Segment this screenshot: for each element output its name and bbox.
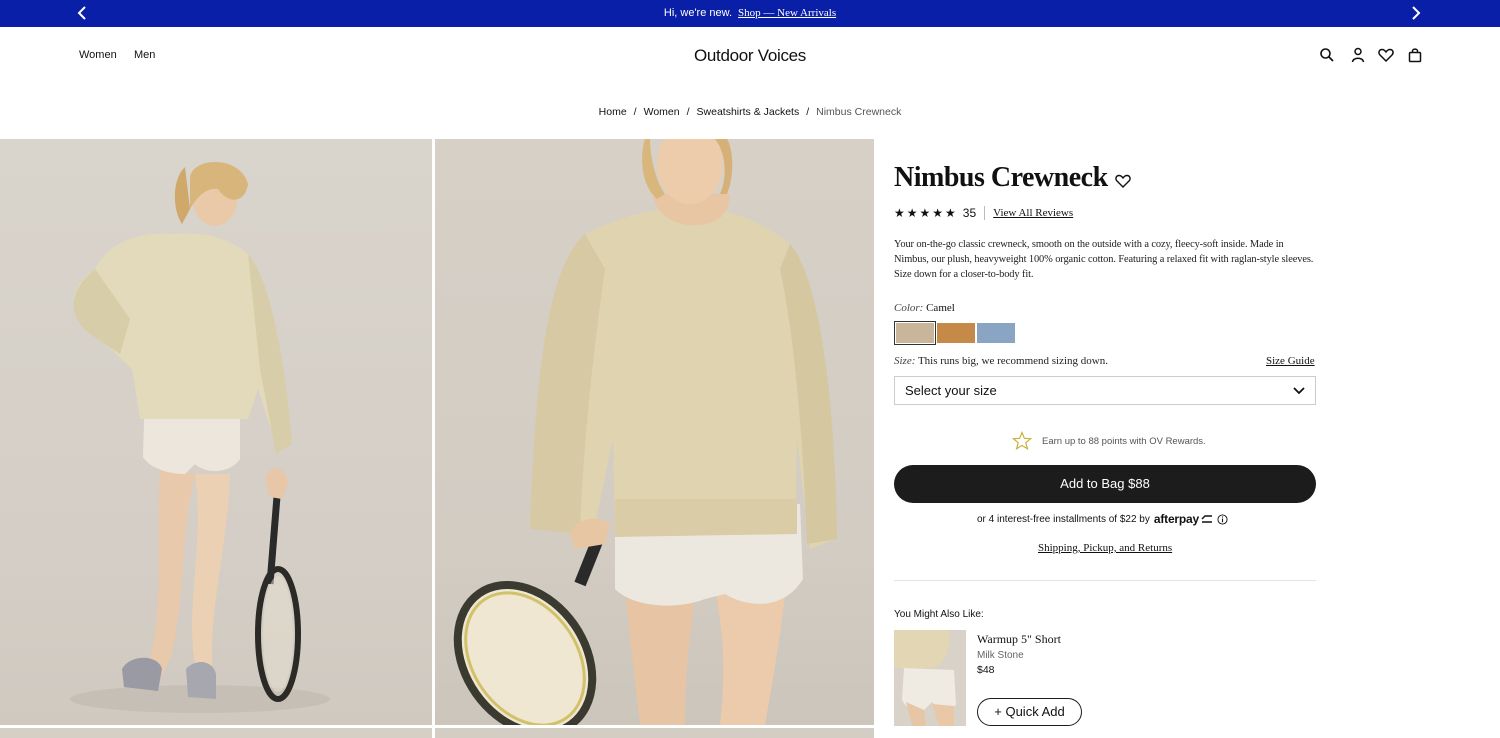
shorts-thumbnail-illustration bbox=[894, 630, 956, 726]
chevron-right-icon[interactable] bbox=[1406, 4, 1424, 22]
bag-icon[interactable] bbox=[1406, 46, 1424, 64]
section-divider bbox=[894, 580, 1316, 581]
color-label-row: Color: Camel bbox=[894, 302, 955, 314]
afterpay-message: or 4 interest-free installments of $22 b… bbox=[977, 512, 1228, 526]
product-title: Nimbus Crewneck bbox=[894, 162, 1108, 193]
breadcrumb-current: Nimbus Crewneck bbox=[816, 106, 902, 118]
quick-add-button[interactable]: + Quick Add bbox=[977, 698, 1082, 726]
account-icon[interactable] bbox=[1349, 46, 1367, 64]
breadcrumb-separator: / bbox=[633, 106, 637, 118]
rewards-text: Earn up to 88 points with OV Rewards. bbox=[1042, 435, 1206, 447]
announcement-bar: Hi, we're new. Shop — New Arrivals bbox=[0, 0, 1500, 27]
product-description: Your on-the-go classic crewneck, smooth … bbox=[894, 239, 1314, 280]
search-icon[interactable] bbox=[1318, 46, 1336, 64]
heart-icon[interactable] bbox=[1377, 46, 1395, 64]
product-image-4[interactable] bbox=[435, 728, 874, 738]
recommendations-heading: You Might Also Like: bbox=[894, 609, 984, 620]
brand-logo[interactable]: Outdoor Voices bbox=[0, 46, 1500, 66]
product-image-back-view[interactable] bbox=[0, 139, 432, 725]
announcement-text: Hi, we're new. bbox=[663, 7, 733, 19]
color-value: Camel bbox=[926, 302, 955, 314]
model-front-illustration bbox=[453, 139, 837, 725]
review-count: 35 bbox=[962, 206, 977, 220]
announcement-message: Hi, we're new. Shop — New Arrivals bbox=[0, 7, 1500, 19]
swatch-tan[interactable] bbox=[937, 323, 975, 343]
recommendation-color: Milk Stone bbox=[977, 650, 1024, 661]
breadcrumb-separator: / bbox=[806, 106, 810, 118]
rating-stars: ★★★★★ bbox=[894, 206, 958, 220]
recommendation-price: $48 bbox=[977, 664, 995, 676]
product-image-front-view[interactable] bbox=[435, 139, 874, 725]
rating-divider bbox=[984, 206, 986, 220]
recommendation-image[interactable] bbox=[894, 630, 966, 726]
info-icon[interactable] bbox=[1217, 513, 1228, 525]
size-select-value: Select your size bbox=[905, 383, 997, 398]
size-guide-link[interactable]: Size Guide bbox=[1266, 355, 1315, 367]
swatch-camel[interactable] bbox=[894, 321, 936, 345]
size-label: Size: bbox=[894, 355, 916, 367]
model-back-illustration bbox=[70, 161, 330, 713]
breadcrumb-women[interactable]: Women bbox=[644, 106, 680, 118]
breadcrumb-separator: / bbox=[686, 106, 690, 118]
afterpay-text: or 4 interest-free installments of $22 b… bbox=[977, 513, 1150, 525]
star-outline-icon bbox=[1012, 431, 1032, 451]
chevron-down-icon bbox=[1293, 387, 1305, 395]
breadcrumb-sweatshirts[interactable]: Sweatshirts & Jackets bbox=[697, 106, 800, 118]
size-note: This runs big, we recommend sizing down. bbox=[917, 355, 1108, 367]
breadcrumb: Home / Women / Sweatshirts & Jackets / Nimbus … bbox=[0, 106, 1500, 118]
view-all-reviews-link[interactable]: View All Reviews bbox=[993, 207, 1073, 219]
breadcrumb-home[interactable]: Home bbox=[599, 106, 627, 118]
swatch-blue[interactable] bbox=[977, 323, 1015, 343]
product-image-3[interactable] bbox=[0, 728, 432, 738]
add-to-bag-button[interactable]: Add to Bag $88 bbox=[894, 465, 1316, 503]
color-label: Color: bbox=[894, 302, 924, 314]
recommendation-name[interactable]: Warmup 5" Short bbox=[977, 632, 1061, 647]
rewards-message: Earn up to 88 points with OV Rewards. bbox=[1012, 431, 1206, 451]
product-rating: ★★★★★ 35 View All Reviews bbox=[894, 206, 1073, 220]
afterpay-arrows-icon bbox=[1201, 515, 1212, 523]
afterpay-logo: afterpay bbox=[1153, 512, 1199, 526]
shipping-returns-link[interactable]: Shipping, Pickup, and Returns bbox=[1038, 542, 1172, 554]
announcement-link[interactable]: Shop — New Arrivals bbox=[738, 7, 836, 19]
size-select-dropdown[interactable]: Select your size bbox=[894, 376, 1316, 405]
wishlist-heart-icon[interactable] bbox=[1114, 172, 1132, 190]
size-note-row: Size: This runs big, we recommend sizing… bbox=[894, 355, 1108, 367]
